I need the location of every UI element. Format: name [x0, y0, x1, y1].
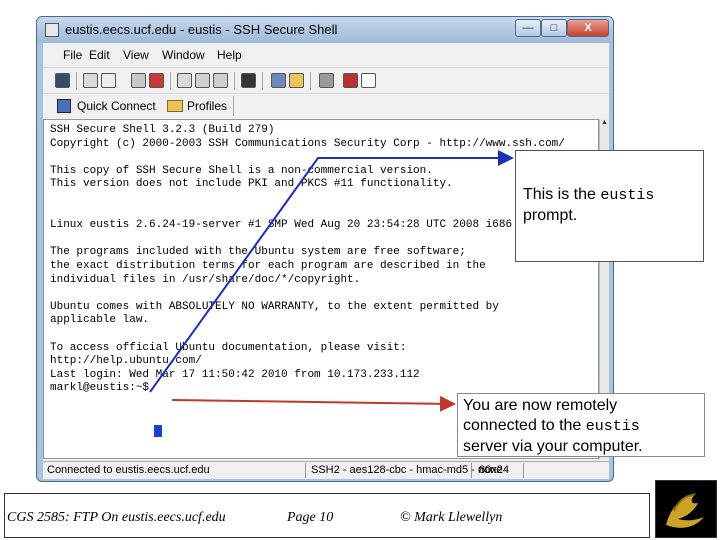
callout-text: You are now remotely — [463, 397, 618, 414]
copy-icon[interactable] — [177, 73, 192, 88]
pegasus-icon — [666, 493, 704, 528]
profiles-button[interactable]: Profiles — [187, 99, 227, 113]
quick-connect-icon[interactable] — [57, 99, 71, 113]
ucf-pegasus-logo — [655, 480, 717, 538]
remote-connection-callout: You are now remotely connected to the eus… — [457, 393, 705, 457]
key-icon[interactable] — [319, 73, 334, 88]
toolbar-separator — [234, 72, 235, 90]
title-bar[interactable]: eustis.eecs.ucf.edu - eustis - SSH Secur… — [37, 17, 613, 43]
toolbar-separator — [233, 96, 234, 116]
status-divider — [305, 463, 306, 478]
callout-text: connected to the — [463, 417, 586, 434]
quick-connect-button[interactable]: Quick Connect — [77, 99, 156, 113]
terminal-size-status: 80x24 — [479, 464, 509, 476]
scroll-up-arrow-icon[interactable]: ▲ — [600, 119, 609, 126]
callout-code: eustis — [600, 187, 655, 204]
menu-bar: File Edit View Window Help — [43, 43, 609, 67]
connection-status: Connected to eustis.eecs.ucf.edu — [47, 464, 210, 476]
toolbar-separator — [170, 72, 171, 90]
callout-text: This is the — [523, 186, 601, 203]
status-divider — [523, 463, 524, 478]
folder-icon[interactable] — [289, 73, 304, 88]
slide-footer: CGS 2585: FTP On eustis.eecs.ucf.edu Pag… — [0, 493, 720, 540]
footer-author: © Mark Llewellyn — [400, 510, 503, 525]
quick-connect-bar: Quick Connect Profiles — [43, 93, 609, 117]
callout-code: eustis — [585, 418, 640, 435]
footer-course: CGS 2585: FTP On eustis.eecs.ucf.edu — [7, 510, 226, 525]
help-book-icon[interactable] — [343, 73, 358, 88]
status-bar: Connected to eustis.eecs.ucf.edu SSH2 - … — [43, 461, 609, 479]
menu-window[interactable]: Window — [162, 48, 205, 62]
prompt-callout: This is the eustis prompt. — [515, 150, 704, 262]
protocol-status: SSH2 - aes128-cbc - hmac-md5 - none — [311, 464, 503, 476]
menu-view[interactable]: View — [123, 48, 149, 62]
paste-icon[interactable] — [195, 73, 210, 88]
footer-page: Page 10 — [287, 510, 334, 525]
toolbar — [43, 67, 609, 93]
print-preview-icon[interactable] — [101, 73, 116, 88]
terminal-cursor — [154, 425, 162, 437]
maximize-button[interactable]: □ — [541, 19, 567, 37]
status-divider — [471, 463, 472, 478]
binoculars-icon[interactable] — [241, 73, 256, 88]
paste-special-icon[interactable] — [213, 73, 228, 88]
app-icon — [45, 23, 59, 37]
save-icon[interactable] — [55, 73, 70, 88]
close-button[interactable]: X — [567, 19, 609, 37]
callout-text: server via your computer. — [463, 438, 643, 455]
minimize-button[interactable]: — — [515, 19, 541, 37]
settings-icon[interactable] — [271, 73, 286, 88]
toolbar-separator — [262, 72, 263, 90]
footer-box: CGS 2585: FTP On eustis.eecs.ucf.edu Pag… — [4, 493, 650, 538]
print-icon[interactable] — [83, 73, 98, 88]
toolbar-separator — [76, 72, 77, 90]
slide: eustis.eecs.ucf.edu - eustis - SSH Secur… — [0, 0, 720, 540]
profiles-folder-icon[interactable] — [167, 100, 183, 112]
toolbar-separator — [310, 72, 311, 90]
window-title: eustis.eecs.ucf.edu - eustis - SSH Secur… — [65, 22, 338, 37]
menu-file[interactable]: File — [63, 48, 82, 62]
search-icon[interactable] — [131, 73, 146, 88]
callout-text: prompt. — [523, 207, 578, 224]
whats-this-icon[interactable] — [361, 73, 376, 88]
menu-help[interactable]: Help — [217, 48, 242, 62]
menu-edit[interactable]: Edit — [89, 48, 110, 62]
shield-icon[interactable] — [149, 73, 164, 88]
